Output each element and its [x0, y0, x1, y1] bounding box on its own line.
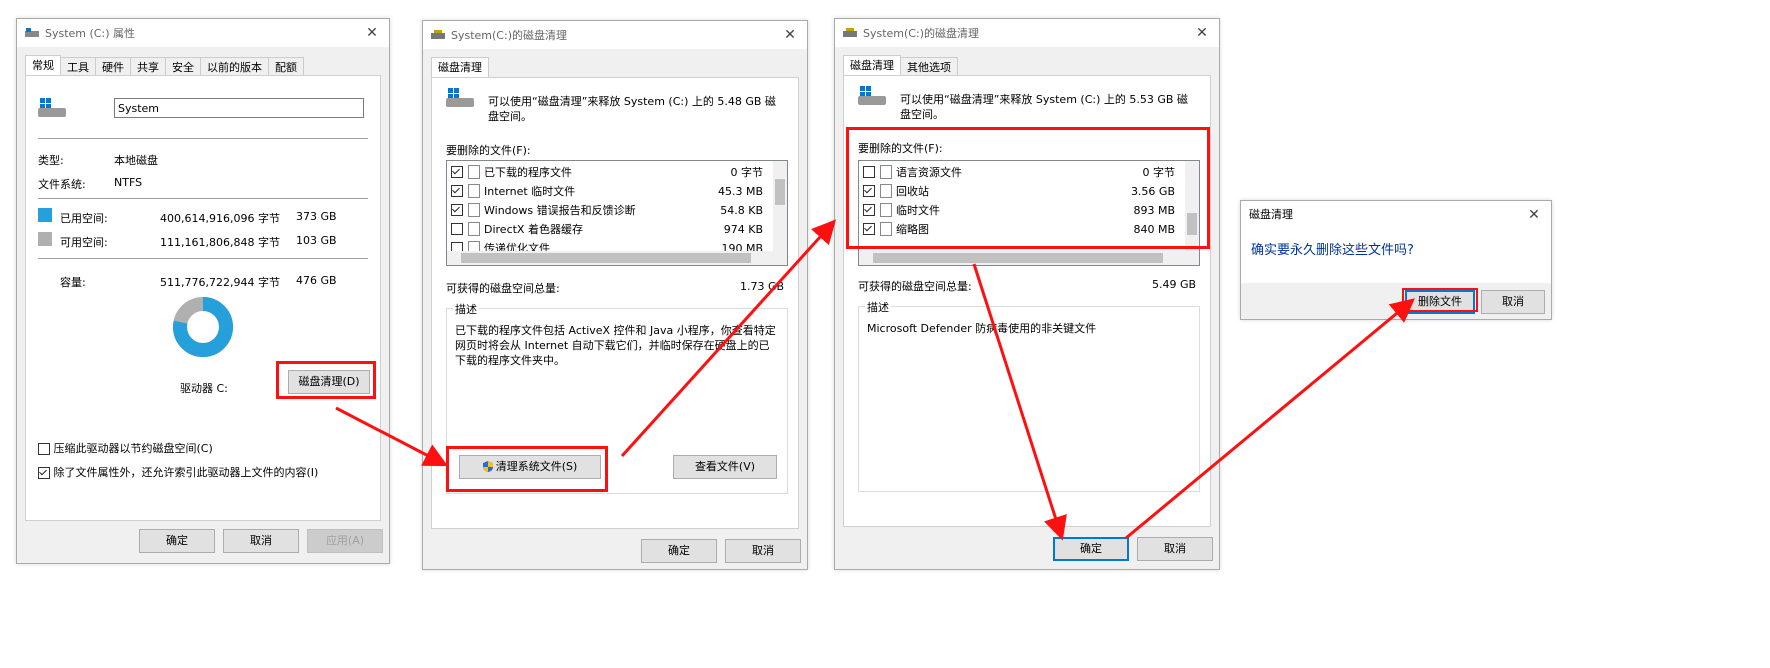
arrow-to-ok-button — [972, 263, 1067, 541]
arrow-to-delete-button — [1125, 298, 1415, 540]
arrow-to-clean-system — [335, 406, 448, 467]
arrow-to-second-dialog — [620, 219, 837, 458]
annotation-arrows — [335, 219, 1415, 541]
